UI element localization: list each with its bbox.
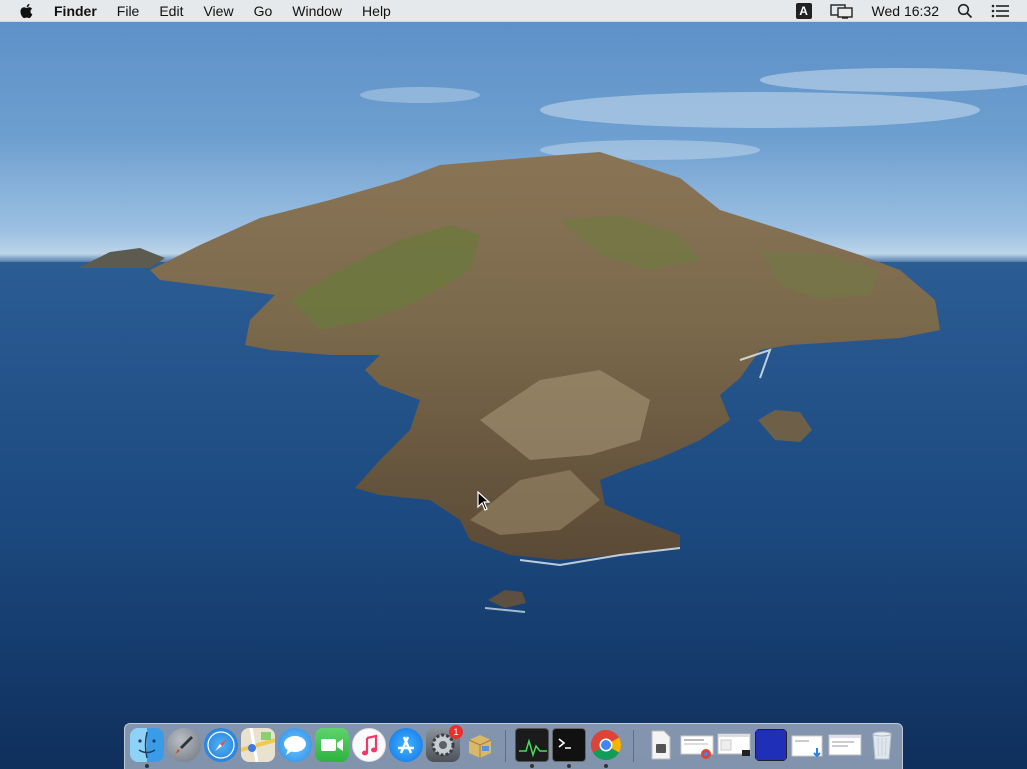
window-thumbnail-icon	[754, 728, 788, 762]
menu-go[interactable]: Go	[254, 3, 273, 19]
window-thumbnail-icon	[680, 728, 714, 762]
desktop-wallpaper	[0, 0, 1027, 769]
dock-item-archive-utility[interactable]	[463, 728, 497, 762]
menu-edit[interactable]: Edit	[159, 3, 183, 19]
dock-item-activity-monitor[interactable]	[515, 728, 549, 768]
apple-menu-icon[interactable]	[20, 3, 34, 19]
dock-item-music[interactable]	[352, 728, 386, 762]
dock-separator	[505, 730, 506, 762]
box-icon	[463, 728, 497, 762]
menu-window[interactable]: Window	[292, 3, 342, 19]
window-thumbnail-icon	[717, 728, 751, 762]
dock-item-document[interactable]	[643, 728, 677, 762]
window-thumbnail-icon	[828, 728, 862, 762]
menubar-clock[interactable]: Wed 16:32	[872, 3, 939, 19]
dock-item-window-thumbnail[interactable]	[717, 728, 751, 762]
mouse-cursor-icon	[477, 490, 491, 516]
chrome-icon	[589, 728, 623, 762]
dock-item-app-store[interactable]	[389, 728, 423, 762]
rocket-icon	[167, 728, 201, 762]
menu-view[interactable]: View	[203, 3, 233, 19]
app-menu[interactable]: Finder	[54, 3, 97, 19]
video-camera-icon	[315, 728, 349, 762]
running-indicator	[530, 764, 534, 768]
running-indicator	[145, 764, 149, 768]
dock: 1	[124, 723, 903, 769]
menu-file[interactable]: File	[117, 3, 140, 19]
document-icon	[643, 728, 677, 762]
dock-separator	[633, 730, 634, 762]
dock-item-finder[interactable]	[130, 728, 164, 768]
messages-icon	[278, 728, 312, 762]
trash-icon	[865, 728, 899, 762]
dock-item-facetime[interactable]	[315, 728, 349, 762]
dock-item-terminal[interactable]	[552, 728, 586, 768]
menu-help[interactable]: Help	[362, 3, 391, 19]
menu-bar: Finder File Edit View Go Window Help A W…	[0, 0, 1027, 22]
running-indicator	[604, 764, 608, 768]
dock-item-trash[interactable]	[865, 728, 899, 762]
dock-item-window-thumbnail[interactable]	[791, 728, 825, 762]
music-note-icon	[352, 728, 386, 762]
display-mirroring-icon[interactable]	[829, 3, 854, 19]
terminal-icon	[552, 728, 586, 762]
app-store-icon	[389, 728, 423, 762]
map-icon	[241, 728, 275, 762]
notification-center-icon[interactable]	[991, 4, 1009, 18]
dock-item-window-thumbnail[interactable]	[680, 728, 714, 762]
finder-icon	[130, 728, 164, 762]
compass-icon	[204, 728, 238, 762]
dock-item-chrome[interactable]	[589, 728, 623, 768]
dock-item-safari[interactable]	[204, 728, 238, 762]
input-source-icon: A	[795, 3, 812, 19]
dock-item-window-thumbnail[interactable]	[828, 728, 862, 762]
running-indicator	[567, 764, 571, 768]
spotlight-search-icon[interactable]	[957, 3, 973, 19]
status-area: A Wed 16:32	[795, 0, 1027, 22]
input-source-menu[interactable]: A	[795, 3, 812, 19]
window-thumbnail-icon	[791, 728, 825, 762]
dock-item-maps[interactable]	[241, 728, 275, 762]
activity-monitor-icon	[515, 728, 549, 762]
dock-item-system-preferences[interactable]: 1	[426, 725, 463, 762]
dock-item-window-thumbnail[interactable]	[754, 728, 788, 762]
dock-item-messages[interactable]	[278, 728, 312, 762]
notification-badge: 1	[449, 725, 463, 739]
dock-item-launchpad[interactable]	[167, 728, 201, 762]
